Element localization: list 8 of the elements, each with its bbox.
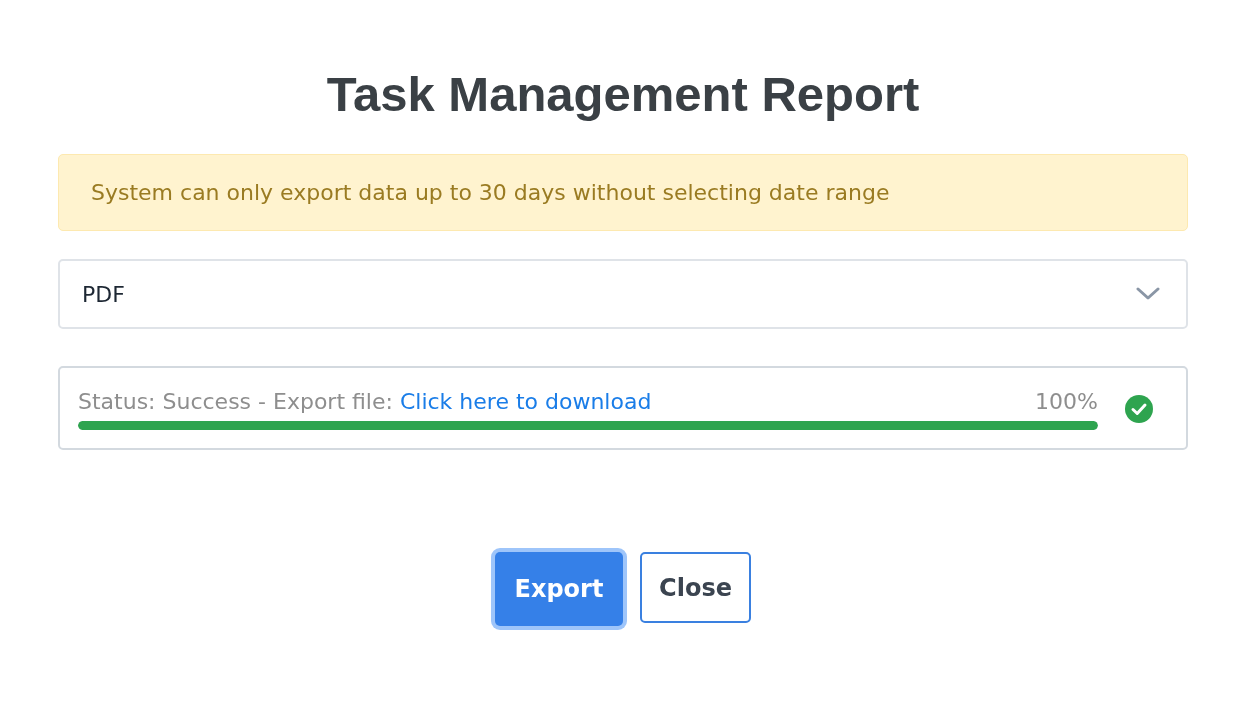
- chevron-down-icon: [1136, 287, 1160, 301]
- download-link[interactable]: Click here to download: [399, 388, 652, 414]
- dialog-title: Task Management Report: [325, 66, 921, 122]
- status-text: Status: Success - Export file: Click here to download: [78, 388, 652, 415]
- format-select[interactable]: PDF: [58, 259, 1188, 329]
- close-button[interactable]: Close: [640, 552, 751, 623]
- warning-alert: System can only export data up to 30 days without selecting date range: [58, 154, 1188, 231]
- progress-percent: 100%: [1035, 388, 1098, 415]
